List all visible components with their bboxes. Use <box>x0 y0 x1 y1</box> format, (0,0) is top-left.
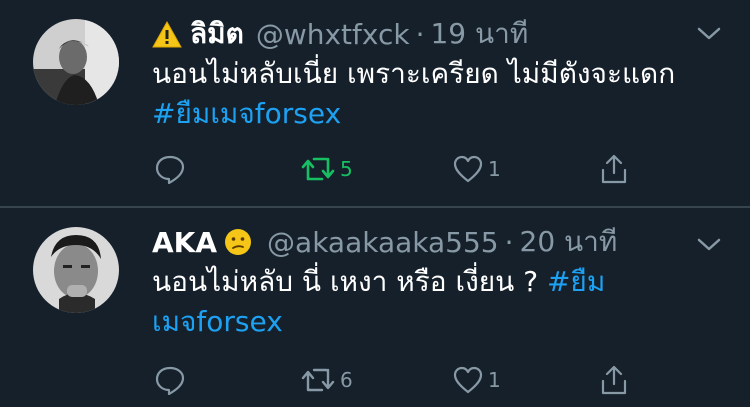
confused-face-emoji <box>223 227 253 257</box>
display-name[interactable]: AKA <box>152 226 217 259</box>
retweet-count: 6 <box>340 368 353 392</box>
hashtag-link-continued[interactable]: เมจforsex <box>152 302 712 342</box>
separator-dot: · <box>504 225 514 259</box>
like-count: 1 <box>488 157 501 181</box>
retweet-button[interactable]: 5 <box>300 152 353 186</box>
chevron-down-icon[interactable] <box>696 236 722 254</box>
avatar[interactable] <box>33 19 119 105</box>
share-icon <box>599 364 629 396</box>
timestamp[interactable]: 20 นาที <box>520 220 618 264</box>
timeline-feed: ลิมิต @whxtfxck · 19 นาที นอนไม่หลับเนี่… <box>0 0 750 407</box>
tweet-header: ลิมิต @whxtfxck · 19 นาที <box>152 12 528 56</box>
tweet-header: AKA @akaakaaka555 · 20 นาที <box>152 220 617 264</box>
share-button[interactable] <box>599 363 629 397</box>
tweet[interactable]: AKA @akaakaaka555 · 20 นาที นอนไม่หลับ น… <box>0 208 750 407</box>
retweet-count: 5 <box>340 157 353 181</box>
heart-icon <box>452 365 484 395</box>
retweet-button[interactable]: 6 <box>300 363 353 397</box>
hashtag-link[interactable]: #ยืม <box>547 265 605 298</box>
user-handle[interactable]: @akaakaaka555 <box>267 226 499 259</box>
share-icon <box>599 153 629 185</box>
chevron-down-icon[interactable] <box>696 25 722 43</box>
like-count: 1 <box>488 368 501 392</box>
tweet[interactable]: ลิมิต @whxtfxck · 19 นาที นอนไม่หลับเนี่… <box>0 0 750 206</box>
user-handle[interactable]: @whxtfxck <box>256 18 410 51</box>
tweet-text-content: นอนไม่หลับ นี่ เหงา หรือ เงี่ยน ? <box>152 265 539 298</box>
tweet-actions: 6 1 <box>152 363 652 397</box>
tweet-text-line: นอนไม่หลับ นี่ เหงา หรือ เงี่ยน ? #ยืม <box>152 262 712 302</box>
retweet-icon <box>300 366 336 394</box>
display-name[interactable]: ลิมิต <box>190 12 244 56</box>
timestamp[interactable]: 19 นาที <box>430 12 528 56</box>
heart-icon <box>452 154 484 184</box>
retweet-icon <box>300 155 336 183</box>
tweet-actions: 5 1 <box>152 152 652 186</box>
reply-icon <box>154 154 186 184</box>
hashtag-link[interactable]: #ยืมเมจforsex <box>152 94 712 134</box>
tweet-text: นอนไม่หลับเนี่ย เพราะเครียด ไม่มีตังจะแด… <box>152 54 712 134</box>
avatar[interactable] <box>33 227 119 313</box>
share-button[interactable] <box>599 152 629 186</box>
tweet-text-line: นอนไม่หลับเนี่ย เพราะเครียด ไม่มีตังจะแด… <box>152 57 676 90</box>
like-button[interactable]: 1 <box>452 363 501 397</box>
reply-button[interactable] <box>154 363 190 397</box>
separator-dot: · <box>415 17 425 51</box>
like-button[interactable]: 1 <box>452 152 501 186</box>
warning-icon <box>152 20 182 48</box>
tweet-text: นอนไม่หลับ นี่ เหงา หรือ เงี่ยน ? #ยืม เ… <box>152 262 712 342</box>
reply-button[interactable] <box>154 152 190 186</box>
reply-icon <box>154 365 186 395</box>
